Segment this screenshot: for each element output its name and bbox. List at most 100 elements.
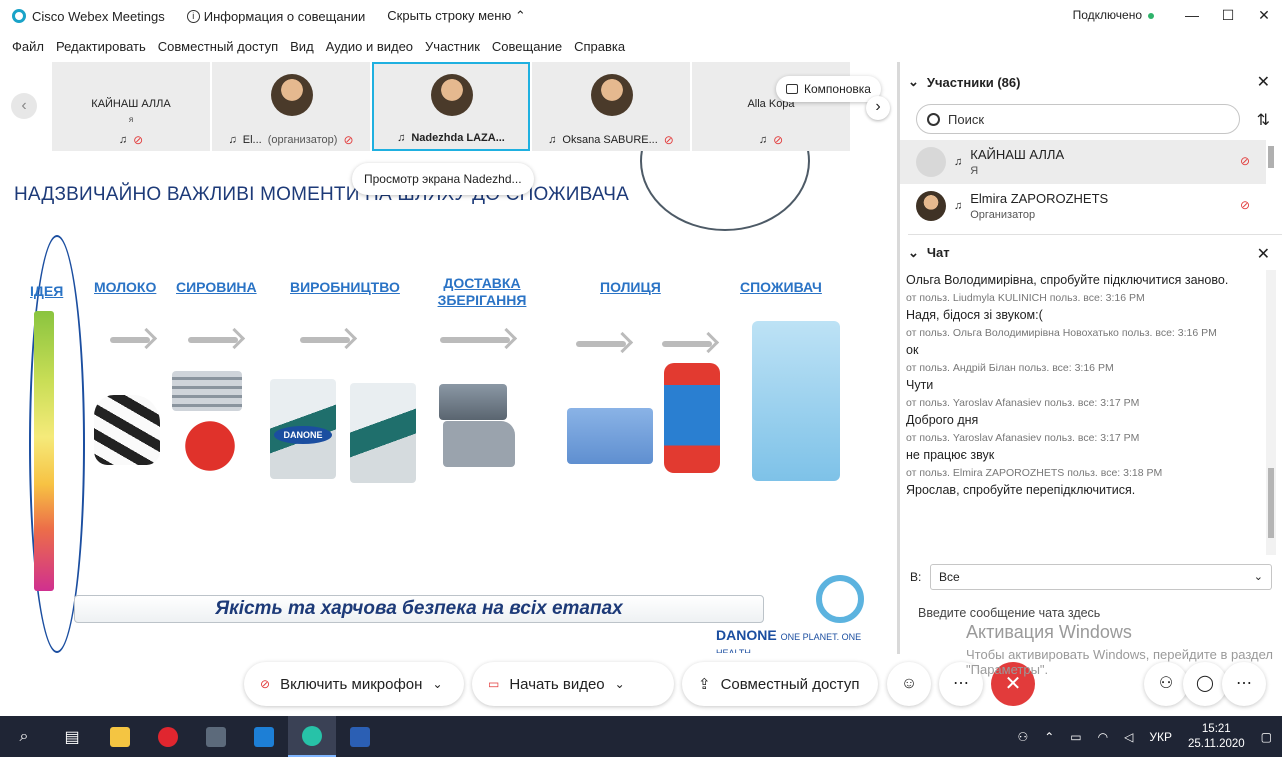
mic-off-icon[interactable]: ⊘ — [1240, 154, 1250, 168]
task-view-button[interactable]: ▤ — [48, 716, 96, 757]
menu-share[interactable]: Совместный доступ — [158, 39, 278, 54]
chat-title: Чат — [926, 245, 950, 260]
menu-view[interactable]: Вид — [290, 39, 314, 54]
explorer-taskbar-button[interactable] — [96, 716, 144, 757]
step-milk: МОЛОКО — [94, 279, 157, 295]
people-icon[interactable]: ⚇ — [1017, 730, 1028, 744]
chat-recipient-select[interactable]: Все ⌄ — [930, 564, 1272, 590]
search-icon — [927, 112, 940, 126]
participant-name: КАЙНАШ АЛЛА — [970, 147, 1065, 162]
camera-taskbar-button[interactable] — [240, 716, 288, 757]
chevron-down-icon[interactable]: ⌄ — [615, 677, 625, 691]
chat-message-meta: от польз. Андрій Білан польз. все: 3:16 … — [906, 362, 1114, 374]
menu-audio-video[interactable]: Аудио и видео — [326, 39, 413, 54]
avatar — [271, 74, 313, 116]
notifications-icon[interactable]: ▢ — [1261, 730, 1272, 744]
close-window-button[interactable]: ✕ — [1246, 0, 1282, 32]
chevron-up-icon[interactable]: ⌃ — [1044, 730, 1054, 744]
chat-message-meta: от польз. Liudmyla KULINICH польз. все: … — [906, 292, 1145, 304]
clock-time: 15:21 — [1201, 722, 1231, 735]
menu-file[interactable]: Файл — [12, 39, 44, 54]
prev-videos-button[interactable]: ‹ — [11, 93, 37, 119]
meeting-info-button[interactable]: i Информация о совещании — [186, 9, 365, 24]
status-dot-icon — [1148, 12, 1154, 19]
menu-meeting[interactable]: Совещание — [492, 39, 562, 54]
chat-bubble-icon: ◯ — [1196, 675, 1214, 692]
tile-name: КАЙНАШ АЛЛА — [91, 98, 171, 110]
next-videos-button[interactable]: › — [866, 96, 890, 120]
close-chat-button[interactable]: ✕ — [1257, 244, 1270, 264]
video-tile-kainash[interactable]: КАЙНАШ АЛЛА я ♫ ⊘ — [52, 62, 210, 151]
menu-edit[interactable]: Редактировать — [56, 39, 146, 54]
volume-icon[interactable]: ◁ — [1124, 730, 1133, 744]
chat-log: Ольга Володимирівна, спробуйте підключит… — [900, 270, 1262, 558]
video-tile-oksana[interactable]: ♫ Oksana SABURE... ⊘ — [532, 62, 690, 151]
menu-help[interactable]: Справка — [574, 39, 625, 54]
step-delivery: ДОСТАВКА ЗБЕРІГАННЯ — [437, 275, 527, 308]
opera-taskbar-button[interactable] — [144, 716, 192, 757]
chat-message: Надя, бідося зі звуком:( — [906, 308, 1043, 322]
video-tile-elmira[interactable]: ♫ El... (организатор) ⊘ — [212, 62, 370, 151]
chat-message-meta: от польз. Ольга Володимирівна Новохатько… — [906, 327, 1217, 339]
folder-icon — [110, 726, 130, 747]
reactions-button[interactable]: ☺ — [887, 662, 931, 706]
more-icon: ⋯ — [953, 675, 969, 692]
decor-circle — [640, 151, 810, 231]
video-tile-nadezhda[interactable]: ♫ Nadezhda LAZA... — [372, 62, 530, 151]
chat-scrollbar[interactable] — [1266, 270, 1276, 555]
wifi-icon[interactable]: ◠ — [1098, 730, 1108, 744]
avatar — [916, 191, 946, 221]
scroll-thumb[interactable] — [1268, 468, 1274, 538]
minimize-button[interactable]: — — [1174, 0, 1210, 32]
menu-participant[interactable]: Участник — [425, 39, 480, 54]
chevron-down-icon[interactable]: ⌄ — [432, 677, 442, 691]
danone-logo-text: DANONE — [716, 627, 777, 643]
close-participants-button[interactable]: ✕ — [1257, 72, 1270, 92]
participants-search[interactable]: Поиск — [916, 104, 1240, 134]
participants-header[interactable]: ⌄ Участники (86) — [908, 64, 1020, 100]
participant-row[interactable]: ♫ КАЙНАШ АЛЛА Я ⊘ — [900, 140, 1266, 184]
arrow-icon — [576, 341, 626, 347]
more-icon: ⋯ — [1236, 675, 1252, 692]
step-raw: СИРОВИНА — [176, 279, 257, 295]
yogurt-image — [664, 363, 720, 473]
participant-row[interactable]: ♫ Elmira ZAPOROZHETS Организатор ⊘ — [900, 184, 1266, 228]
activation-title: Активация Windows — [966, 622, 1132, 642]
headset-icon: ♫ — [118, 134, 128, 146]
clock[interactable]: 15:21 25.11.2020 — [1188, 722, 1245, 752]
person-icon: ⚇ — [1158, 675, 1174, 692]
layout-button[interactable]: Компоновка — [776, 76, 881, 102]
webex-taskbar-button[interactable] — [288, 716, 336, 757]
start-video-button[interactable]: ▭ Начать видео ⌄ — [472, 662, 674, 706]
participant-role: Организатор — [970, 209, 1036, 221]
chat-input[interactable]: Введите сообщение чата здесь — [918, 606, 1100, 620]
chat-message-meta: от польз. Elmira ZAPOROZHETS польз. все:… — [906, 467, 1163, 479]
word-taskbar-button[interactable] — [336, 716, 384, 757]
language-indicator[interactable]: УКР — [1149, 730, 1172, 744]
headset-icon: ♫ — [548, 134, 557, 146]
hide-menu-button[interactable]: Скрыть строку меню ⌃ — [387, 8, 525, 24]
danone-logo: DANONE ONE PLANET. ONE HEALTH — [716, 627, 897, 653]
tile-sub: я — [128, 115, 134, 124]
chat-to-label: В: — [910, 570, 922, 584]
maximize-button[interactable]: ☐ — [1210, 0, 1246, 32]
unmute-button[interactable]: ⊘ Включить микрофон ⌄ — [244, 662, 464, 706]
chevron-down-icon: ⌄ — [1253, 571, 1263, 583]
scroll-thumb[interactable] — [1268, 146, 1274, 168]
search-icon: ⌕ — [19, 727, 29, 745]
app-title: Cisco Webex Meetings — [32, 8, 165, 24]
arrow-icon — [440, 337, 510, 343]
tile-footer: ♫ Nadezhda LAZA... — [374, 127, 528, 149]
pipes-image — [172, 371, 242, 411]
participants-scrollbar[interactable] — [1268, 142, 1276, 232]
search-taskbar-button[interactable]: ⌕ — [0, 716, 48, 757]
share-button[interactable]: ⇪ Совместный доступ — [682, 662, 878, 706]
sort-icon[interactable]: ⇅ — [1257, 110, 1270, 130]
battery-icon[interactable]: ▭ — [1070, 730, 1081, 744]
mic-off-icon[interactable]: ⊘ — [1240, 198, 1250, 212]
calculator-taskbar-button[interactable] — [192, 716, 240, 757]
chevron-down-icon: ⌄ — [908, 74, 919, 89]
step-shelf: ПОЛИЦЯ — [600, 279, 661, 295]
chat-header[interactable]: ⌄ Чат — [908, 234, 1282, 270]
hide-menu-label: Скрыть строку меню — [387, 8, 512, 23]
